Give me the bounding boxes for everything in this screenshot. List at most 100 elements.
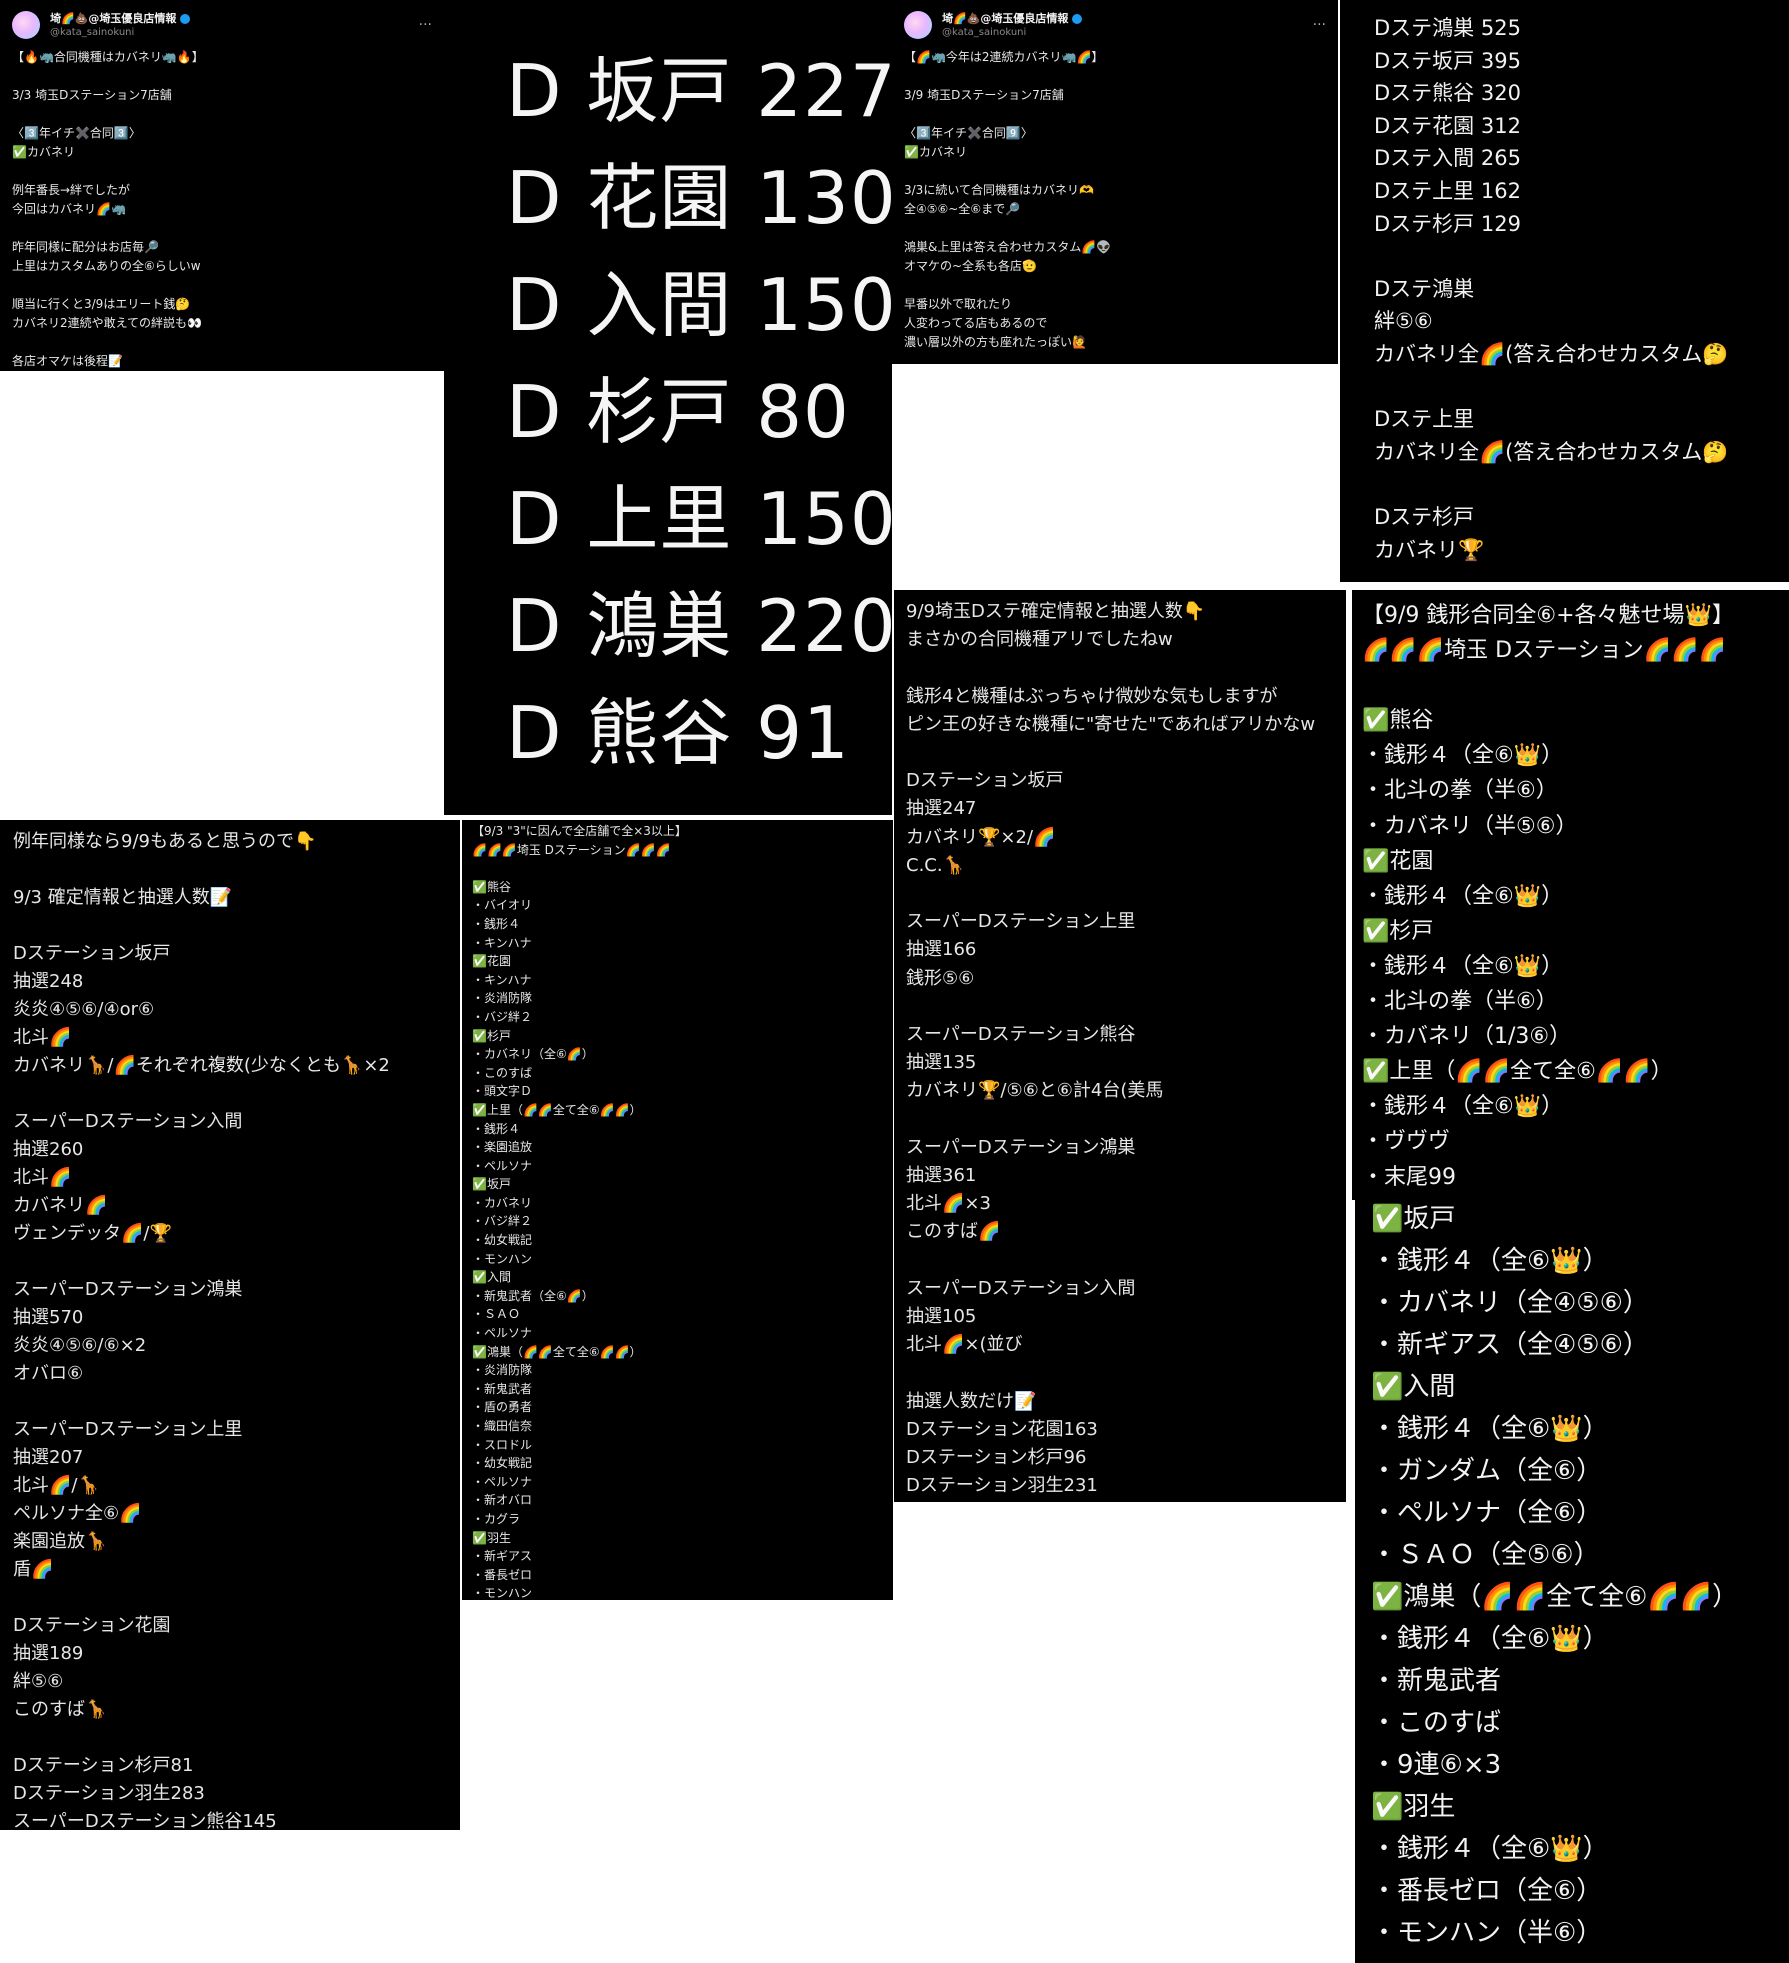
list-body: 【9/3 "3"に因んで全店舗で全×3以上】 🌈🌈🌈埼玉 Dステーション🌈🌈🌈 ✅熊… bbox=[472, 822, 883, 1600]
store-list-0903: 【9/3 "3"に因んで全店舗で全×3以上】 🌈🌈🌈埼玉 Dステーション🌈🌈🌈 ✅熊… bbox=[462, 820, 893, 1600]
list-item: ・楽園追放 bbox=[472, 1140, 533, 1155]
list-item: ✅鴻巣（🌈🌈全て全⑥🌈🌈） bbox=[1371, 1582, 1739, 1612]
list-item: ・番長ゼロ（全⑥） bbox=[1371, 1876, 1603, 1906]
list-item: ・ペルソナ bbox=[472, 1474, 533, 1489]
note-line: カバネリ全🌈(答え合わせカスタム🤔 bbox=[1374, 439, 1729, 464]
list-item: ✅杉戸 bbox=[472, 1028, 511, 1043]
list-item: ・ペルソナ bbox=[472, 1326, 533, 1341]
note-line: 例年同様なら9/9もあると思うので👇 bbox=[13, 831, 317, 852]
note-line: 北斗🌈/🦒 bbox=[13, 1475, 100, 1496]
note-line: Dステーション羽生283 bbox=[13, 1783, 205, 1804]
list-item: ・銭形４ bbox=[472, 916, 521, 931]
list-item: 【9/9 銭形合同全⑥+各々魅せ場👑】 bbox=[1362, 603, 1734, 628]
note-line: カバネリ🦒/🌈それぞれ複数(少なくとも🦒×2 bbox=[13, 1055, 390, 1076]
note-line: Dステ鴻巣 bbox=[1374, 276, 1475, 301]
list-item: ・炎消防隊 bbox=[472, 991, 533, 1006]
list-item: ・炎消防隊 bbox=[472, 1363, 533, 1378]
list-item: ✅坂戸 bbox=[1371, 1204, 1456, 1234]
note-line: 北斗🌈 bbox=[13, 1167, 72, 1188]
list-item: ・ガンダム（全⑥） bbox=[1371, 1456, 1603, 1486]
list-item: ・カバネリ（半⑤⑥） bbox=[1362, 813, 1578, 839]
tweet-body: 【🌈🦏今年は2連続カバネリ🦏🌈】 3/9 埼玉Dステーション7店舗 〈3️⃣年イチ✖… bbox=[904, 48, 1326, 352]
note-line: カバネリ🌈 bbox=[13, 1195, 108, 1216]
note-line: ペルソナ全⑥🌈 bbox=[13, 1503, 142, 1524]
list-item: ✅上里（🌈🌈全て全⑥🌈🌈） bbox=[472, 1102, 642, 1117]
note-line: 抽選361 bbox=[906, 1164, 977, 1186]
tweet-header: 埼🌈💩@埼玉優良店情報 @kata_sainokuni ··· bbox=[12, 8, 432, 42]
note-line: 絆⑤⑥ bbox=[13, 1671, 64, 1692]
count-line: D 坂戸 227 bbox=[506, 49, 892, 133]
note-line: このすば🌈 bbox=[906, 1221, 1001, 1243]
note-line: 抽選166 bbox=[906, 939, 977, 961]
list-item: ・モンハン bbox=[472, 1251, 533, 1266]
note-line: Dステ鴻巣 525 bbox=[1374, 16, 1521, 40]
list-item: ・銭形４（全⑥👑） bbox=[1371, 1414, 1609, 1444]
list-item: ・銭形４（全⑥👑） bbox=[1362, 743, 1564, 769]
list-item: ・新鬼武者 bbox=[472, 1381, 533, 1396]
list-item: ・ＳＡＯ（全⑤⑥） bbox=[1371, 1540, 1600, 1570]
list-item: ・幼女戦記 bbox=[472, 1233, 533, 1248]
list-item: ・バジ絆２ bbox=[472, 1214, 533, 1229]
tweet-text-line: 【🌈🦏今年は2連続カバネリ🦏🌈】 bbox=[904, 50, 1104, 64]
count-line: D 鴻巣 220 bbox=[506, 584, 892, 668]
verified-badge-icon bbox=[180, 13, 191, 24]
tweet-text-line: 〈3️⃣年イチ✖️合同3️⃣〉 bbox=[12, 126, 141, 140]
note-line: 抽選135 bbox=[906, 1052, 977, 1074]
more-options-icon[interactable]: ··· bbox=[1313, 16, 1326, 35]
list-item: ・モンハン（半⑥） bbox=[1371, 1918, 1603, 1948]
note-line: カバネリ🏆/⑤⑥と⑥計4台(美馬 bbox=[906, 1080, 1164, 1102]
avatar[interactable] bbox=[904, 11, 932, 39]
list-item: ・新鬼武者 bbox=[1371, 1666, 1502, 1696]
list-item: ・バイオリ bbox=[472, 898, 533, 913]
display-name[interactable]: 埼🌈💩@埼玉優良店情報 bbox=[50, 12, 419, 26]
note-body: 例年同様なら9/9もあると思うので👇 9/3 確定情報と抽選人数📝 Dステーション坂… bbox=[13, 828, 447, 1830]
tweet-text-line: 3/3に続いて合同機種はカバネリ🫶 bbox=[904, 183, 1094, 197]
avatar[interactable] bbox=[12, 11, 40, 39]
note-line: 抽選247 bbox=[906, 798, 977, 820]
tweet-text-line: ✅カバネリ bbox=[12, 145, 75, 159]
note-line: Dステーション花園163 bbox=[906, 1418, 1098, 1440]
note-line: Dステ杉戸 129 bbox=[1374, 211, 1521, 236]
list-item: ✅上里（🌈🌈全て全⑥🌈🌈） bbox=[1362, 1059, 1673, 1085]
note-line: Dステーション杉戸81 bbox=[13, 1755, 194, 1776]
list-item: ✅入間 bbox=[1371, 1372, 1456, 1402]
list-item: ・頭文字Ｄ bbox=[472, 1084, 533, 1099]
note-line: 炎炎④⑤⑥/④or⑥ bbox=[13, 999, 155, 1020]
list-item: ・銭形４（全⑥👑） bbox=[1362, 1094, 1564, 1120]
user-handle[interactable]: @kata_sainokuni bbox=[942, 26, 1313, 39]
note-body: Dステ鴻巣 525 Dステ坂戸 395 Dステ熊谷 320 Dステ花園 312 Dステ入… bbox=[1374, 12, 1789, 566]
tweet-text-line: 昨年同様に配分はお店毎🔎 bbox=[12, 240, 159, 254]
list-item: ・バジ絆２ bbox=[472, 1009, 533, 1024]
list-item: ・新オバロ bbox=[472, 1493, 533, 1508]
list-item: ✅花園 bbox=[472, 954, 511, 969]
display-name[interactable]: 埼🌈💩@埼玉優良店情報 bbox=[942, 12, 1313, 26]
note-line: Dステ熊谷 320 bbox=[1374, 81, 1521, 106]
note-line: 北斗🌈 bbox=[13, 1027, 72, 1048]
note-line: 銭形⑤⑥ bbox=[906, 967, 975, 989]
list-item: 【9/3 "3"に因んで全店舗で全×3以上】 bbox=[472, 824, 687, 838]
count-line: D 杉戸 80 bbox=[506, 370, 850, 454]
note-line: 炎炎④⑤⑥/⑥×2 bbox=[13, 1335, 147, 1356]
user-handle[interactable]: @kata_sainokuni bbox=[50, 26, 419, 39]
note-line: Dステーション坂戸 bbox=[906, 770, 1064, 792]
list-item: ・銭形４（全⑥👑） bbox=[1362, 883, 1564, 909]
note-line: 抽選260 bbox=[13, 1139, 84, 1160]
list-item: ・スロドル bbox=[472, 1437, 533, 1452]
note-line: スーパーDステーション熊谷 bbox=[906, 1023, 1136, 1045]
list-item: ・カグラ bbox=[472, 1511, 521, 1526]
note-line: スーパーDステーション入間 bbox=[13, 1111, 243, 1132]
list-item: ・このすば bbox=[1371, 1708, 1502, 1738]
list-item: ・カバネリ（1/3⑥） bbox=[1362, 1024, 1572, 1050]
more-options-icon[interactable]: ··· bbox=[419, 16, 432, 35]
info-note-0903: 例年同様なら9/9もあると思うので👇 9/3 確定情報と抽選人数📝 Dステーション坂… bbox=[0, 820, 460, 1830]
tweet-card-0309: 埼🌈💩@埼玉優良店情報 @kata_sainokuni ··· 【🌈🦏今年は2連… bbox=[892, 0, 1338, 364]
